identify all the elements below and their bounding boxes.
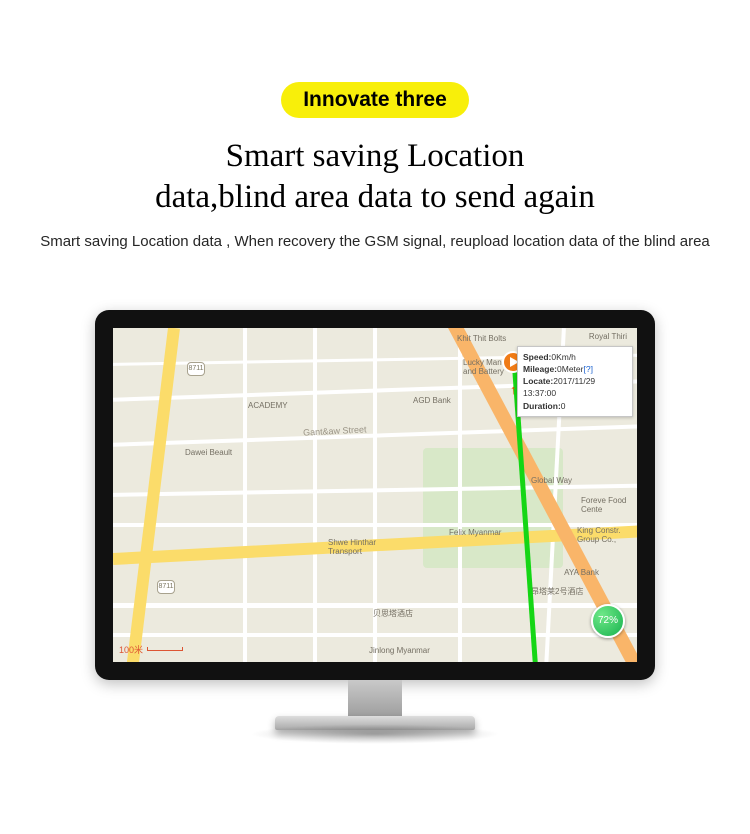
progress-bubble: 72% <box>591 604 625 638</box>
poi-label: Dawei Beault <box>185 448 232 457</box>
scale-bar-icon <box>147 647 183 651</box>
scale-value: 100米 <box>119 643 143 656</box>
monitor-neck <box>348 680 402 716</box>
mileage-value: 0Meter <box>557 364 583 374</box>
duration-label: Duration: <box>523 401 561 411</box>
poi-label: Khit Thit Bolts <box>457 334 506 343</box>
poi-label: AYA Bank <box>564 568 599 577</box>
monitor-frame: 8711 8711 Gant&aw Street Khit Thit Bolts… <box>95 310 655 680</box>
subheading: Smart saving Location data , When recove… <box>20 233 730 250</box>
badge: Innovate three <box>281 82 469 118</box>
duration-value: 0 <box>561 401 566 411</box>
poi-label: 昂塔莱2号酒店 <box>531 586 583 597</box>
monitor-shadow <box>250 724 500 744</box>
locate-label: Locate: <box>523 376 553 386</box>
route-shield: 8711 <box>187 362 205 376</box>
mileage-label: Mileage: <box>523 364 557 374</box>
mileage-help-link[interactable]: [?] <box>583 364 592 374</box>
poi-label: AGD Bank <box>413 396 451 405</box>
speed-label: Speed: <box>523 352 551 362</box>
map-screen: 8711 8711 Gant&aw Street Khit Thit Bolts… <box>113 328 637 662</box>
poi-label: Royal Thiri <box>589 332 627 341</box>
headline-line-2: data,blind area data to send again <box>155 179 595 215</box>
route-shield: 8711 <box>157 580 175 594</box>
tracker-info-box: Speed:0Km/h Mileage:0Meter[?] Locate:201… <box>517 346 633 418</box>
poi-label: ACADEMY <box>248 401 288 410</box>
map-scale: 100米 <box>119 643 183 656</box>
poi-label: Felix Myanmar <box>449 528 501 537</box>
poi-label: Foreve Food Cente <box>581 496 631 514</box>
speed-value: 0Km/h <box>551 352 576 362</box>
poi-label: King Constr. Group Co., <box>577 526 631 544</box>
poi-label: Jinlong Myanmar <box>369 646 430 655</box>
monitor-illustration: 8711 8711 Gant&aw Street Khit Thit Bolts… <box>95 310 655 744</box>
direction-arrow-icon: ↑ <box>510 382 517 398</box>
headline: Smart saving Location data,blind area da… <box>155 136 595 219</box>
poi-label: Shwe Hinthar Transport <box>328 538 388 556</box>
poi-label: 贝思塔酒店 <box>373 608 413 619</box>
poi-label: Global Way <box>531 476 572 485</box>
headline-line-1: Smart saving Location <box>226 138 525 174</box>
